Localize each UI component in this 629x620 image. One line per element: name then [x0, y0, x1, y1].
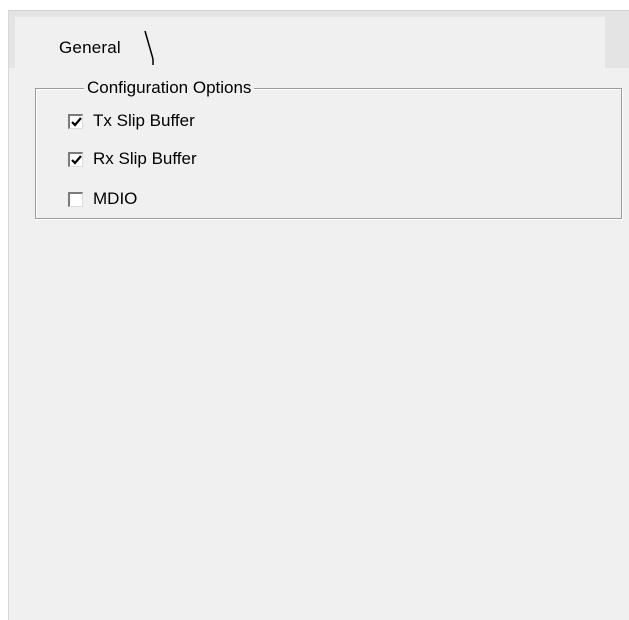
option-rx-slip-buffer[interactable]: Rx Slip Buffer [68, 149, 197, 169]
check-icon [71, 116, 82, 127]
config-window: General Configuration Options Tx Slip Bu… [8, 10, 629, 620]
tx-slip-buffer-checkbox[interactable] [68, 113, 83, 129]
configuration-options-group: Configuration Options Tx Slip Buffer Rx … [35, 77, 622, 219]
tab-general[interactable]: General [15, 17, 605, 68]
rx-slip-buffer-label: Rx Slip Buffer [93, 149, 197, 168]
mdio-label: MDIO [93, 189, 138, 208]
mdio-checkbox[interactable] [68, 191, 83, 207]
group-title: Configuration Options [84, 77, 255, 99]
check-icon [71, 154, 82, 165]
rx-slip-buffer-checkbox[interactable] [68, 151, 83, 167]
tab-general-label: General [59, 38, 121, 57]
tab-edge-slant [144, 30, 154, 65]
option-mdio[interactable]: MDIO [68, 189, 137, 209]
tx-slip-buffer-label: Tx Slip Buffer [93, 111, 195, 130]
tab-strip: General [9, 10, 629, 68]
option-tx-slip-buffer[interactable]: Tx Slip Buffer [68, 111, 195, 131]
